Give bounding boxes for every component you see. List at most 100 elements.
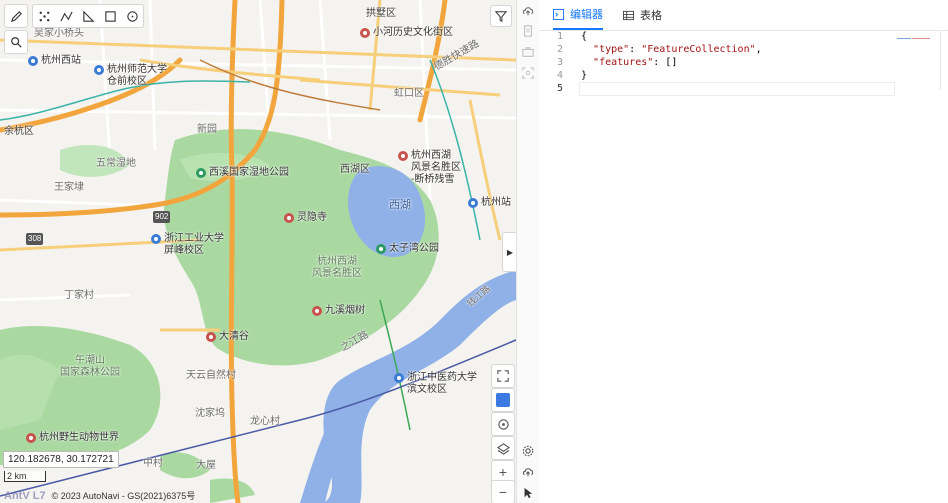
lake-label: 西湖 bbox=[389, 199, 411, 211]
search-button[interactable] bbox=[4, 30, 28, 54]
layers-icon bbox=[496, 442, 510, 455]
place-label: 天云自然村 bbox=[186, 370, 236, 381]
tab-label: 表格 bbox=[640, 10, 662, 22]
place-label: 沈家坞 bbox=[195, 408, 225, 419]
fullscreen-button[interactable] bbox=[491, 364, 515, 388]
tab-table[interactable]: 表格 bbox=[623, 0, 662, 30]
tab-label: 编辑器 bbox=[570, 9, 603, 21]
poi-daqinggu: 大清谷 bbox=[206, 331, 249, 343]
antv-logo: AntV L7 bbox=[4, 489, 46, 502]
briefcase-button[interactable] bbox=[521, 45, 535, 59]
draw-group-pencil bbox=[4, 4, 28, 28]
place-label: 新园 bbox=[197, 124, 217, 135]
poi-pin-icon bbox=[398, 151, 408, 161]
place-label: 五常湿地 bbox=[96, 158, 136, 169]
code-editor[interactable]: 1{ 2 "type": "FeatureCollection", 3 "fea… bbox=[539, 30, 948, 96]
poi-zoo: 杭州野生动物世界 bbox=[26, 432, 119, 444]
locate-button[interactable] bbox=[491, 412, 515, 436]
code-line: 1{ bbox=[539, 30, 948, 43]
district-label: 虹口区 bbox=[394, 88, 424, 99]
poi-normal-univ: 杭州师范大学 仓前校区 bbox=[94, 64, 167, 88]
school-icon bbox=[151, 234, 161, 244]
road-badge: 902 bbox=[153, 211, 171, 223]
code-line: 2 "type": "FeatureCollection", bbox=[539, 43, 948, 56]
line-text: "features": [] bbox=[593, 57, 678, 68]
triangle-icon[interactable] bbox=[77, 5, 99, 27]
side-icon-strip bbox=[516, 0, 540, 503]
station-icon bbox=[468, 198, 478, 208]
school-icon bbox=[94, 65, 104, 75]
line-text: } bbox=[581, 70, 588, 81]
road-badge: 308 bbox=[26, 233, 44, 245]
circle-icon[interactable] bbox=[121, 5, 143, 27]
place-label: 大屋 bbox=[196, 460, 216, 471]
scale-bar: 2 km bbox=[4, 471, 46, 482]
upload-button[interactable] bbox=[521, 4, 535, 18]
settings-button[interactable] bbox=[521, 444, 535, 458]
place-label: 王家埭 bbox=[54, 182, 84, 193]
poi-xihu-scenic: 杭州西湖 风景名胜区 -断桥残雪 bbox=[398, 150, 461, 186]
search-icon bbox=[11, 37, 22, 48]
color-swatch bbox=[496, 393, 510, 407]
station-icon bbox=[28, 56, 38, 66]
poi-pin-icon bbox=[360, 28, 370, 38]
pencil-icon[interactable] bbox=[5, 5, 27, 27]
poi-label: 浙江中医药大学 滨文校区 bbox=[407, 372, 477, 395]
cursor-coordinates: 120.182678, 30.172721 bbox=[3, 451, 119, 468]
polyline-icon[interactable] bbox=[55, 5, 77, 27]
place-label: 龙心村 bbox=[250, 416, 280, 427]
filter-button[interactable] bbox=[490, 5, 512, 27]
gear-icon bbox=[522, 445, 534, 457]
pointer-button[interactable] bbox=[521, 486, 535, 500]
draw-toolbar bbox=[4, 4, 144, 28]
poi-label: 太子湾公园 bbox=[389, 243, 439, 254]
poi-label: 灵隐寺 bbox=[297, 212, 327, 223]
current-line-highlight bbox=[579, 82, 895, 96]
cursor-icon bbox=[524, 487, 533, 499]
poi-lingyin: 灵隐寺 bbox=[284, 212, 327, 224]
editor-panel: 编辑器 表格 1{ 2 "type": "FeatureCollection",… bbox=[539, 0, 948, 503]
poi-label: 大清谷 bbox=[219, 331, 249, 342]
scenic-area-label: 杭州西湖 风景名胜区 bbox=[312, 256, 362, 279]
editor-tabs: 编辑器 表格 bbox=[539, 0, 948, 31]
poi-xiaohe: 小河历史文化街区 bbox=[360, 27, 453, 39]
poi-label: 九溪烟树 bbox=[325, 305, 365, 316]
park-icon bbox=[196, 168, 206, 178]
map-view[interactable]: 拱墅区 小河历史文化街区 吴家小桥头 杭州西站 杭州师范大学 仓前校区 余杭区 … bbox=[0, 0, 516, 503]
district-label: 拱墅区 bbox=[366, 8, 396, 19]
park-label: 午潮山 国家森林公园 bbox=[60, 355, 120, 378]
line-number: 5 bbox=[556, 83, 563, 94]
poi-label: 杭州西湖 风景名胜区 -断桥残雪 bbox=[411, 150, 461, 185]
place-label: 丁家村 bbox=[64, 290, 94, 301]
zoom-out-button[interactable]: − bbox=[491, 480, 515, 503]
poi-taiziwan: 太子湾公园 bbox=[376, 243, 439, 255]
crop-icon bbox=[522, 67, 534, 79]
line-number: 4 bbox=[556, 70, 563, 81]
file-button[interactable] bbox=[521, 24, 535, 38]
collapse-panel-button[interactable]: ▶ bbox=[502, 232, 516, 272]
line-number: 2 bbox=[556, 44, 563, 55]
file-icon bbox=[524, 25, 532, 37]
poi-label: 杭州师范大学 仓前校区 bbox=[107, 64, 167, 87]
screenshot-button[interactable] bbox=[521, 66, 535, 80]
poi-label: 小河历史文化街区 bbox=[373, 27, 453, 38]
poi-label: 杭州站 bbox=[481, 197, 511, 208]
code-line: 4} bbox=[539, 69, 948, 82]
poi-label: 西溪国家湿地公园 bbox=[209, 167, 289, 178]
code-line: 3 "features": [] bbox=[539, 56, 948, 69]
poi-label: 浙江工业大学 屏峰校区 bbox=[164, 233, 224, 256]
cloud-button[interactable] bbox=[521, 465, 535, 479]
fullscreen-icon bbox=[497, 370, 509, 382]
poi-jiuxi: 九溪烟树 bbox=[312, 305, 365, 317]
draw-group-shapes bbox=[32, 4, 144, 28]
layers-button[interactable] bbox=[491, 436, 515, 460]
point-icon[interactable] bbox=[33, 5, 55, 27]
poi-xixi: 西溪国家湿地公园 bbox=[196, 167, 289, 179]
line-text: { bbox=[581, 31, 588, 42]
table-icon bbox=[623, 10, 634, 20]
tab-editor[interactable]: 编辑器 bbox=[553, 0, 603, 30]
square-icon[interactable] bbox=[99, 5, 121, 27]
plus-icon: + bbox=[498, 464, 508, 480]
location-icon bbox=[497, 418, 509, 430]
color-picker-button[interactable] bbox=[491, 388, 515, 412]
